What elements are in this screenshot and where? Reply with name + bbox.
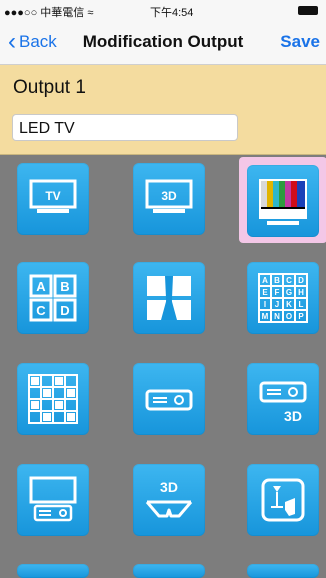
test-pattern-tile[interactable] <box>247 165 319 237</box>
tv3d-text: 3D <box>161 189 177 203</box>
tv-icon: TV <box>29 179 77 213</box>
alpha-i: I <box>264 300 266 309</box>
abcd-c: C <box>36 303 46 318</box>
alpha-b: B <box>274 276 280 285</box>
alpha-f: F <box>275 288 280 297</box>
projector-icon <box>145 389 193 411</box>
3d-glasses-icon: 3D <box>145 479 193 518</box>
projector-3d-text: 3D <box>284 408 302 424</box>
output-name-field[interactable]: LED TV <box>12 114 238 141</box>
alpha-h: H <box>298 288 304 297</box>
partial-tile-1[interactable] <box>17 564 89 578</box>
alphabet-grid-icon: A B C D E F G H I J K L M N O P <box>258 273 308 323</box>
room-tile[interactable] <box>247 464 319 536</box>
alpha-l: L <box>299 300 304 309</box>
video-wall-4x4-tile[interactable] <box>17 363 89 435</box>
abcd-d: D <box>60 303 69 318</box>
battery-icon <box>298 6 318 15</box>
navigation-bar: ‹ Back Modification Output Save <box>0 20 326 65</box>
wall-grid-icon <box>28 374 78 424</box>
glasses-3d-tile[interactable]: 3D <box>133 464 205 536</box>
partial-tile-3[interactable] <box>247 564 319 578</box>
alpha-a: A <box>262 276 268 285</box>
abcd-a: A <box>36 279 46 294</box>
video-wall-2x2-tile[interactable] <box>133 262 205 334</box>
page-title: Modification Output <box>82 32 244 51</box>
glasses-3d-text: 3D <box>160 479 178 495</box>
alpha-n: N <box>274 312 280 321</box>
screen-projector-tile[interactable] <box>17 464 89 536</box>
alpha-k: K <box>286 300 292 309</box>
abcd-icon-tile[interactable]: A B C D <box>17 262 89 334</box>
clock-time: 下午4:54 <box>150 7 194 19</box>
output-label: Output 1 <box>13 77 86 98</box>
screen-projector-icon <box>29 476 77 522</box>
tv-text: TV <box>45 189 60 203</box>
perspective-wall-icon <box>147 276 191 320</box>
carrier-text: ●●●○○ 中華電信 ≈ <box>4 7 94 19</box>
abcd-b: B <box>60 279 69 294</box>
alpha-c: C <box>286 276 292 285</box>
alpha-j: J <box>275 300 279 309</box>
alpha-p: P <box>298 312 304 321</box>
abcd-grid-icon: A B C D <box>29 274 77 322</box>
output-panel: Output 1 LED TV <box>0 65 326 155</box>
alpha-o: O <box>286 312 292 321</box>
tv-3d-icon: 3D <box>145 179 193 213</box>
partial-tile-2[interactable] <box>133 564 205 578</box>
tv3d-icon-tile[interactable]: 3D <box>133 163 205 235</box>
projector-3d-icon: 3D <box>259 381 307 424</box>
tv-icon-tile[interactable]: TV <box>17 163 89 235</box>
save-button[interactable]: Save <box>280 32 320 52</box>
alpha-e: E <box>262 288 268 297</box>
alpha-g: G <box>286 288 292 297</box>
color-bars-icon <box>259 179 307 225</box>
icon-grid: TV 3D A B C D A B C D E F G H I J K L M … <box>0 155 326 578</box>
status-bar: ●●●○○ 中華電信 ≈ 下午4:54 <box>0 0 326 20</box>
room-lamp-chair-icon <box>261 478 305 522</box>
projector-tile[interactable] <box>133 363 205 435</box>
projector-3d-tile[interactable]: 3D <box>247 363 319 435</box>
alpha-m: M <box>262 312 269 321</box>
alpha-d: D <box>298 276 304 285</box>
alpha-16-grid-tile[interactable]: A B C D E F G H I J K L M N O P <box>247 262 319 334</box>
